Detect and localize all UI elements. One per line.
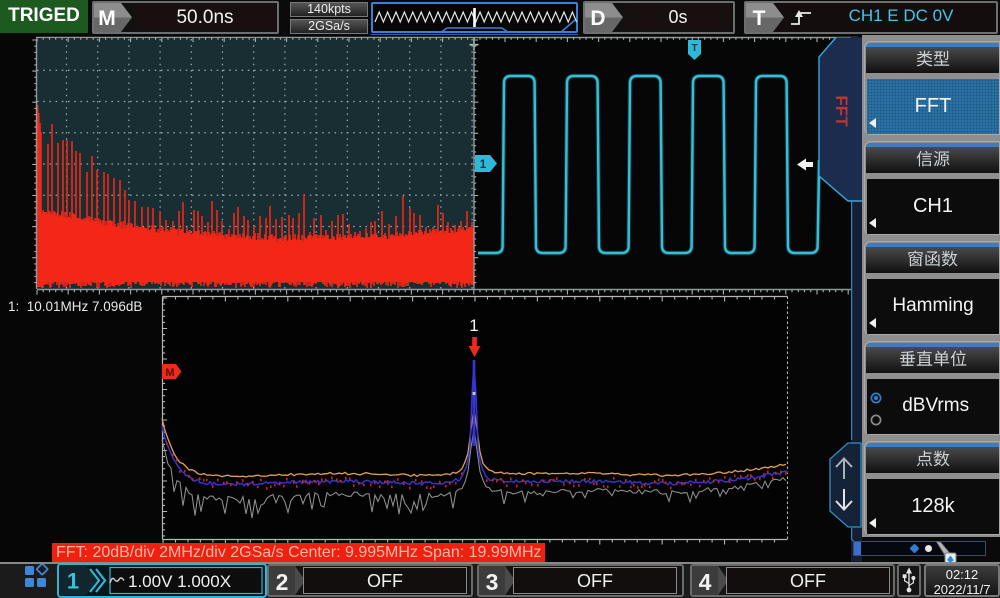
svg-text:D: D (590, 7, 605, 30)
svg-text:2: 2 (276, 569, 289, 595)
svg-text:M: M (98, 7, 116, 30)
svg-text:4: 4 (699, 569, 712, 595)
svg-text:T: T (753, 7, 766, 30)
svg-text:FFT: FFT (832, 95, 851, 127)
svg-text:T: T (691, 43, 697, 54)
svg-text:1: 1 (469, 316, 478, 335)
svg-text:3: 3 (486, 569, 499, 595)
svg-text:1: 1 (67, 569, 79, 594)
svg-text:1.00V 1.000X: 1.00V 1.000X (128, 572, 231, 591)
svg-text:M: M (165, 367, 174, 379)
svg-text:1: 1 (480, 157, 487, 171)
